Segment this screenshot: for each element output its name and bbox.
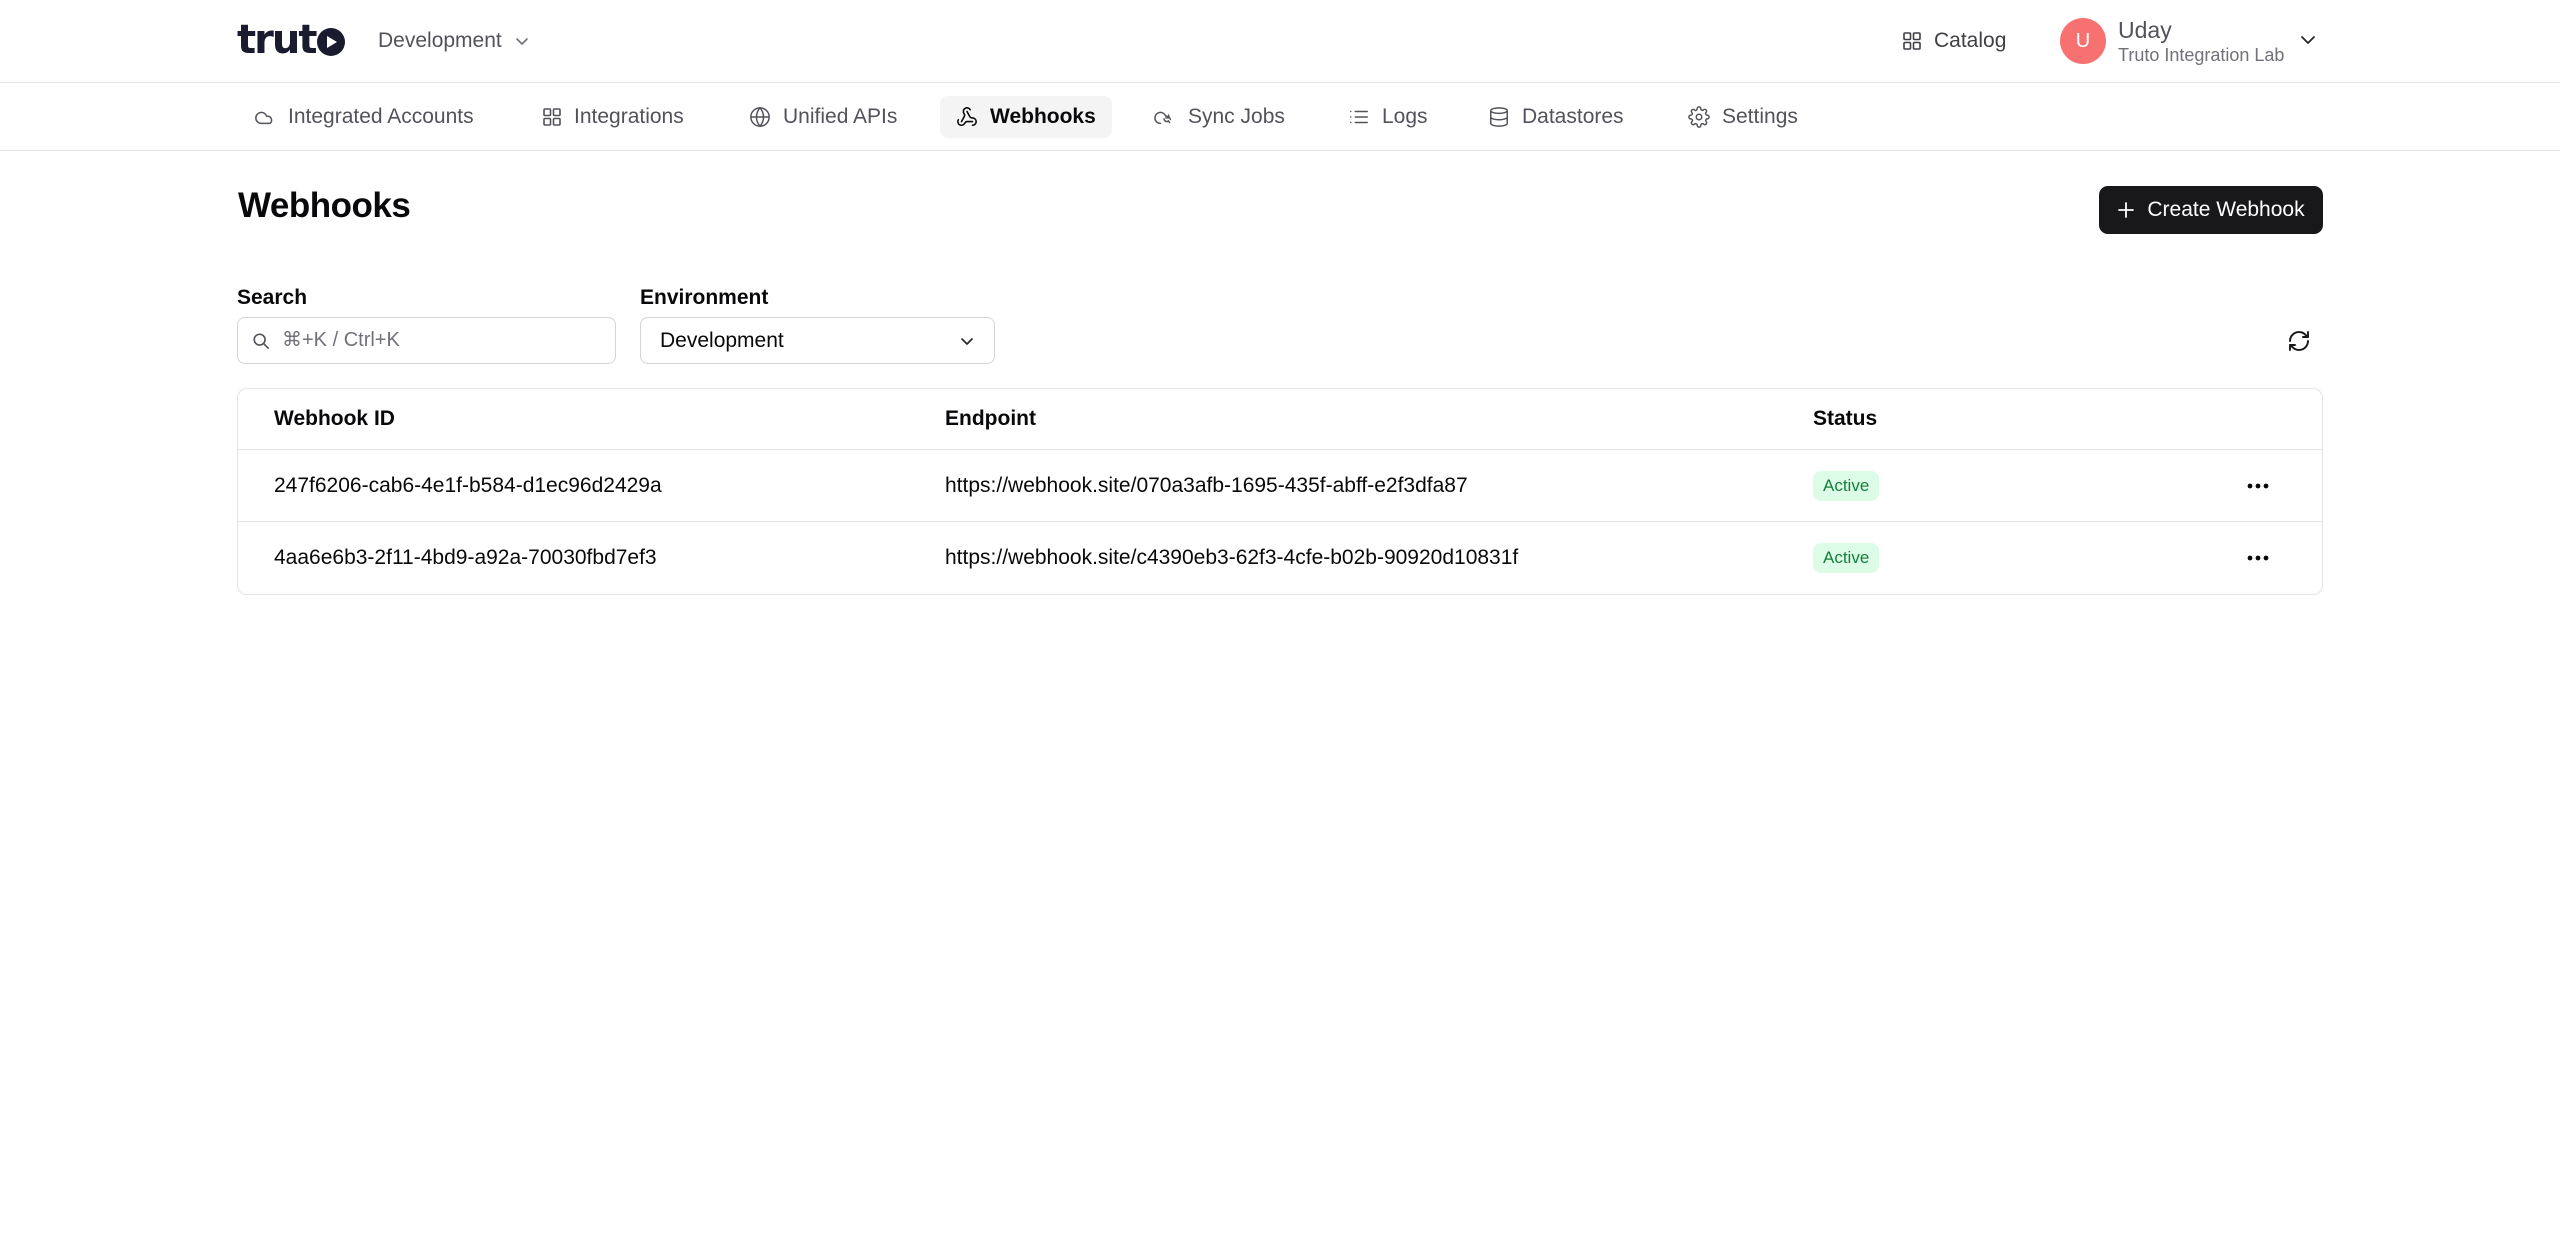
refresh-icon — [2289, 331, 2309, 351]
tab-label: Settings — [1722, 105, 1798, 128]
tab-label: Webhooks — [990, 105, 1096, 128]
column-header-status: Status — [1813, 407, 1878, 430]
logo-mark-icon — [317, 28, 346, 56]
database-icon — [1490, 107, 1508, 127]
status-cell: Active — [1813, 522, 1880, 594]
grid-icon — [1903, 32, 1921, 50]
tab-logs[interactable]: Logs — [1332, 96, 1444, 138]
tab-label: Logs — [1382, 105, 1428, 128]
table-row[interactable]: 4aa6e6b3-2f11-4bd9-a92a-70030fbd7ef3 htt… — [238, 522, 2322, 594]
page-title: Webhooks — [238, 186, 411, 225]
environment-switcher-label: Development — [378, 29, 502, 52]
top-bar: trut Development Catalog U Uday Truto In… — [0, 0, 2560, 83]
create-webhook-label: Create Webhook — [2147, 198, 2305, 221]
status-cell: Active — [1813, 450, 1880, 522]
search-icon — [253, 332, 270, 349]
tab-unified-apis[interactable]: Unified APIs — [733, 96, 913, 138]
status-badge: Active — [1813, 471, 1880, 501]
avatar: U — [2060, 18, 2106, 64]
user-name: Uday — [2118, 17, 2172, 43]
tab-label: Unified APIs — [783, 105, 898, 128]
cloud-sync-icon — [1154, 111, 1172, 125]
endpoint-cell: https://webhook.site/070a3afb-1695-435f-… — [945, 474, 1468, 497]
endpoint-cell: https://webhook.site/c4390eb3-62f3-4cfe-… — [945, 546, 1519, 569]
tab-settings[interactable]: Settings — [1672, 96, 1814, 138]
user-menu[interactable]: U Uday Truto Integration Lab — [2060, 16, 2315, 66]
environment-switcher[interactable]: Development — [378, 26, 530, 56]
row-actions-button[interactable] — [2244, 544, 2272, 572]
search-field[interactable] — [237, 317, 616, 364]
table-row[interactable]: 247f6206-cab6-4e1f-b584-d1ec96d2429a htt… — [238, 450, 2322, 522]
tab-label: Integrations — [574, 105, 684, 128]
more-horizontal-icon — [2247, 483, 2269, 489]
table-header: Webhook ID Endpoint Status — [238, 389, 2322, 450]
catalog-link[interactable]: Catalog — [1902, 26, 2006, 56]
logo-text: trut — [237, 17, 317, 63]
cloud-icon — [255, 111, 273, 125]
environment-select-value: Development — [660, 328, 784, 352]
webhook-icon — [957, 107, 977, 127]
truto-logo[interactable]: trut — [237, 20, 346, 60]
search-label: Search — [237, 286, 308, 309]
tab-label: Integrated Accounts — [288, 105, 474, 128]
chevron-down-icon — [961, 337, 973, 345]
column-header-webhook-id: Webhook ID — [274, 407, 395, 430]
column-header-endpoint: Endpoint — [945, 407, 1036, 430]
gear-icon — [1688, 106, 1710, 128]
tab-sync-jobs[interactable]: Sync Jobs — [1138, 96, 1301, 138]
status-badge: Active — [1813, 543, 1880, 573]
webhook-id-cell: 247f6206-cab6-4e1f-b584-d1ec96d2429a — [274, 474, 662, 497]
tab-integrated-accounts[interactable]: Integrated Accounts — [238, 96, 490, 138]
search-input[interactable] — [282, 329, 582, 352]
tab-label: Sync Jobs — [1188, 105, 1285, 128]
webhook-id-cell: 4aa6e6b3-2f11-4bd9-a92a-70030fbd7ef3 — [274, 546, 657, 569]
tab-integrations[interactable]: Integrations — [526, 96, 700, 138]
chevron-down-icon — [2301, 36, 2315, 44]
environment-label: Environment — [640, 286, 769, 309]
list-icon — [1350, 110, 1368, 124]
tab-label: Datastores — [1522, 105, 1624, 128]
main-nav: Integrated Accounts Integrations Unified… — [0, 84, 2560, 151]
tab-datastores[interactable]: Datastores — [1472, 96, 1640, 138]
tab-webhooks[interactable]: Webhooks — [940, 96, 1112, 138]
create-webhook-button[interactable]: Create Webhook — [2099, 186, 2323, 234]
refresh-button[interactable] — [2280, 322, 2318, 360]
environment-select[interactable]: Development — [640, 317, 995, 364]
row-actions-button[interactable] — [2244, 472, 2272, 500]
plus-icon — [2118, 202, 2135, 218]
chevron-down-icon — [515, 38, 528, 45]
catalog-label: Catalog — [1934, 29, 2007, 52]
more-horizontal-icon — [2247, 555, 2269, 561]
webhooks-table: Webhook ID Endpoint Status 247f6206-cab6… — [237, 388, 2323, 595]
grid-icon — [543, 108, 561, 126]
globe-icon — [750, 106, 770, 128]
user-org: Truto Integration Lab — [2118, 45, 2285, 65]
